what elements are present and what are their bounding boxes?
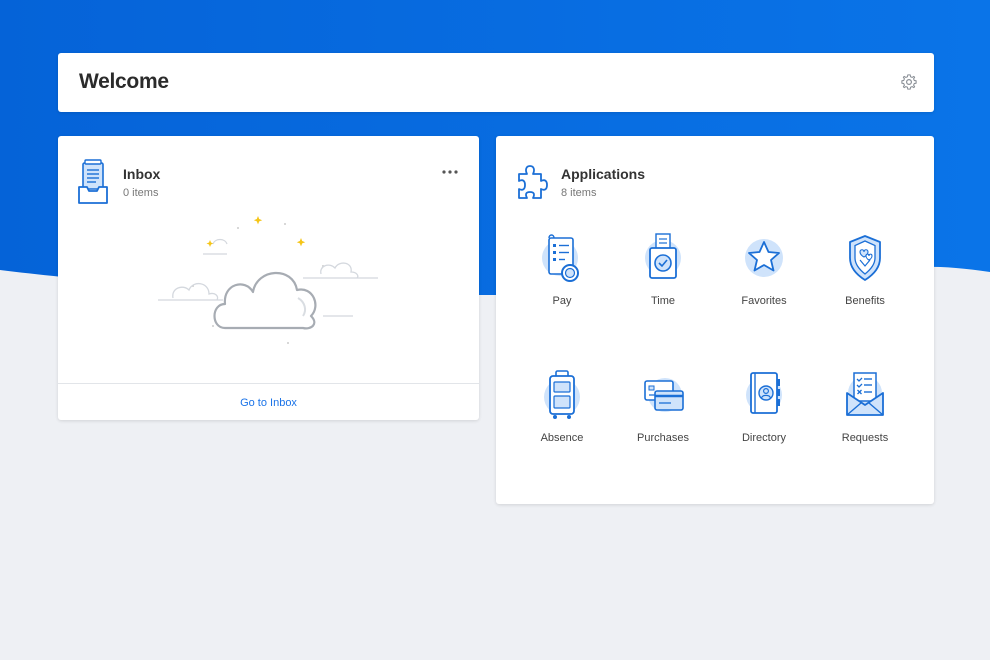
star-icon — [745, 239, 783, 277]
app-label-directory: Directory — [741, 432, 786, 444]
time-icon — [645, 233, 681, 279]
more-options-icon[interactable] — [441, 168, 459, 176]
app-tile-time[interactable]: Time — [618, 230, 708, 330]
inbox-tray-icon — [78, 159, 108, 204]
envelope-checklist-icon — [846, 372, 884, 416]
directory-book-icon — [746, 372, 782, 414]
app-label-pay: Pay — [552, 295, 572, 307]
app-tile-pay[interactable]: Pay — [517, 230, 607, 330]
gear-icon[interactable] — [900, 73, 918, 91]
pay-icon — [542, 234, 579, 282]
welcome-bar: Welcome — [58, 53, 934, 112]
app-label-purchases: Purchases — [637, 432, 689, 444]
app-tile-benefits[interactable]: Benefits — [820, 230, 910, 330]
app-label-absence: Absence — [540, 432, 584, 444]
app-label-time: Time — [650, 295, 676, 307]
app-tile-absence[interactable]: Absence — [517, 367, 607, 467]
shield-icon — [849, 235, 881, 281]
suitcase-icon — [544, 370, 580, 419]
app-label-requests: Requests — [841, 432, 889, 444]
app-label-favorites: Favorites — [741, 295, 787, 307]
empty-inbox-cloud-illustration — [158, 216, 378, 344]
go-to-inbox-link[interactable]: Go to Inbox — [58, 397, 479, 409]
app-tile-purchases[interactable]: Purchases — [618, 367, 708, 467]
page-title: Welcome — [79, 70, 169, 93]
app-tile-requests[interactable]: Requests — [820, 367, 910, 467]
applications-title: Applications — [561, 166, 646, 182]
puzzle-icon — [518, 165, 548, 199]
applications-count: 8 items — [561, 187, 597, 199]
applications-card: Applications 8 items Pay Time Favorites … — [496, 136, 934, 504]
inbox-card: Inbox 0 items Go to Inbox — [58, 136, 479, 420]
app-tile-favorites[interactable]: Favorites — [719, 230, 809, 330]
app-label-benefits: Benefits — [845, 295, 885, 307]
credit-card-icon — [644, 378, 684, 412]
app-tile-directory[interactable]: Directory — [719, 367, 809, 467]
inbox-count: 0 items — [123, 187, 159, 199]
inbox-title: Inbox — [123, 166, 161, 182]
inbox-divider — [58, 383, 479, 384]
